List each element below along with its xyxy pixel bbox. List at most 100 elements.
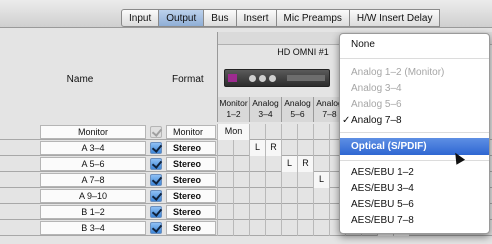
grid-cell[interactable] (313, 204, 329, 220)
tab-input[interactable]: Input (121, 9, 160, 27)
path-active-checkbox[interactable] (150, 174, 162, 186)
grid-cell[interactable] (249, 188, 265, 204)
grid-cell[interactable] (281, 220, 297, 236)
grid-cell[interactable] (233, 220, 249, 236)
grid-cell[interactable] (217, 188, 233, 204)
grid-cell[interactable]: L (249, 140, 265, 156)
grid-cell[interactable] (249, 156, 265, 172)
grid-cell[interactable] (233, 204, 249, 220)
grid-cell[interactable] (265, 156, 281, 172)
channel-header: Analog 3–4 (249, 97, 281, 122)
path-name-field[interactable]: A 5–6 (40, 157, 146, 171)
tabs: Input Output Bus Insert Mic Preamps H/W … (121, 9, 441, 27)
path-name-field[interactable]: A 9–10 (40, 189, 146, 203)
menu-item-aes-ebu-1-2[interactable]: AES/EBU 1–2 (340, 166, 489, 180)
grid-cell[interactable] (265, 172, 281, 188)
grid-cell[interactable] (297, 172, 313, 188)
grid-cell[interactable]: R (265, 140, 281, 156)
menu-item-label: Analog 7–8 (351, 115, 402, 126)
device-panel-icon (287, 75, 325, 81)
menu-item-aes-ebu-5-6[interactable]: AES/EBU 5–6 (340, 198, 489, 212)
grid-cell[interactable] (297, 140, 313, 156)
grid-cell[interactable] (217, 204, 233, 220)
path-active-checkbox[interactable] (150, 158, 162, 170)
menu-item-analog-1-2: Analog 1–2 (Monitor) (351, 67, 445, 78)
path-format-field[interactable]: Stereo (166, 141, 216, 155)
grid-cell[interactable] (281, 188, 297, 204)
path-format-field[interactable]: Stereo (166, 157, 216, 171)
tab-bus[interactable]: Bus (204, 9, 237, 27)
path-name-field[interactable]: Monitor (40, 125, 146, 139)
grid-cell[interactable] (281, 172, 297, 188)
grid-cell[interactable] (249, 204, 265, 220)
grid-cell[interactable] (313, 188, 329, 204)
path-active-checkbox[interactable] (150, 206, 162, 218)
path-active-checkbox[interactable] (150, 126, 162, 138)
path-active-checkbox[interactable] (150, 222, 162, 234)
grid-cell[interactable] (249, 172, 265, 188)
path-name-field[interactable]: B 1–2 (40, 205, 146, 219)
path-active-checkbox[interactable] (150, 190, 162, 202)
path-name-field[interactable]: B 3–4 (40, 221, 146, 235)
grid-cells: L R (217, 140, 345, 156)
grid-cell[interactable] (265, 124, 281, 140)
grid-cells (217, 188, 345, 204)
grid-cell[interactable]: Mon (217, 124, 249, 140)
led-icon (249, 75, 256, 82)
path-format-field[interactable]: Stereo (166, 189, 216, 203)
format-column-header: Format (172, 74, 204, 85)
device-image (224, 69, 330, 87)
grid-cell[interactable] (217, 156, 233, 172)
grid-cells (217, 204, 345, 220)
grid-cell[interactable] (249, 220, 265, 236)
grid-cell[interactable] (233, 188, 249, 204)
menu-item-aes-ebu-7-8[interactable]: AES/EBU 7–8 (340, 214, 489, 228)
grid-cell[interactable]: L (281, 156, 297, 172)
grid-cell[interactable] (265, 204, 281, 220)
path-format-field[interactable]: Stereo (166, 221, 216, 235)
path-name-field[interactable]: A 3–4 (40, 141, 146, 155)
tab-mic-preamps[interactable]: Mic Preamps (276, 9, 350, 27)
checkmark-icon: ✓ (342, 115, 351, 126)
grid-cell[interactable] (281, 140, 297, 156)
tab-output[interactable]: Output (159, 9, 205, 27)
channel-column-headers: Monitor 1–2 Analog 3–4 Analog 5–6 Analog 7–8 (217, 97, 345, 122)
led-icon (259, 75, 266, 82)
grid-cell[interactable] (297, 124, 313, 140)
grid-cell[interactable] (233, 140, 249, 156)
menu-item-optical-spdif[interactable]: Optical (S/PDIF) (340, 138, 489, 155)
tab-insert[interactable]: Insert (236, 9, 277, 27)
grid-cell[interactable] (217, 140, 233, 156)
menu-item-analog-7-8[interactable]: ✓ Analog 7–8 (340, 114, 489, 128)
grid-cell[interactable] (233, 172, 249, 188)
grid-cell[interactable] (297, 220, 313, 236)
grid-cells: L (217, 172, 345, 188)
grid-cell[interactable] (265, 188, 281, 204)
path-format-field[interactable]: Monitor (166, 125, 216, 139)
grid-cell[interactable]: R (297, 156, 313, 172)
menu-item-aes-ebu-3-4[interactable]: AES/EBU 3–4 (340, 182, 489, 196)
tab-bar: Input Output Bus Insert Mic Preamps H/W … (0, 0, 492, 28)
menu-separator (340, 132, 489, 133)
grid-cell[interactable] (313, 140, 329, 156)
grid-cell[interactable] (281, 124, 297, 140)
tab-hw-insert-delay[interactable]: H/W Insert Delay (349, 9, 441, 27)
output-channel-menu: None Analog 1–2 (Monitor) Analog 3–4 Ana… (339, 33, 490, 234)
path-format-field[interactable]: Stereo (166, 205, 216, 219)
grid-cell[interactable] (281, 204, 297, 220)
grid-cell[interactable] (297, 204, 313, 220)
grid-cell[interactable] (313, 124, 329, 140)
path-active-checkbox[interactable] (150, 142, 162, 154)
grid-cell[interactable] (313, 220, 329, 236)
path-format-field[interactable]: Stereo (166, 173, 216, 187)
grid-cell[interactable] (313, 156, 329, 172)
grid-cell[interactable]: L (313, 172, 329, 188)
grid-cell[interactable] (217, 220, 233, 236)
grid-cell[interactable] (249, 124, 265, 140)
grid-cell[interactable] (233, 156, 249, 172)
grid-cell[interactable] (217, 172, 233, 188)
path-name-field[interactable]: A 7–8 (40, 173, 146, 187)
grid-cell[interactable] (265, 220, 281, 236)
grid-cell[interactable] (297, 188, 313, 204)
menu-item-none[interactable]: None (340, 38, 489, 52)
